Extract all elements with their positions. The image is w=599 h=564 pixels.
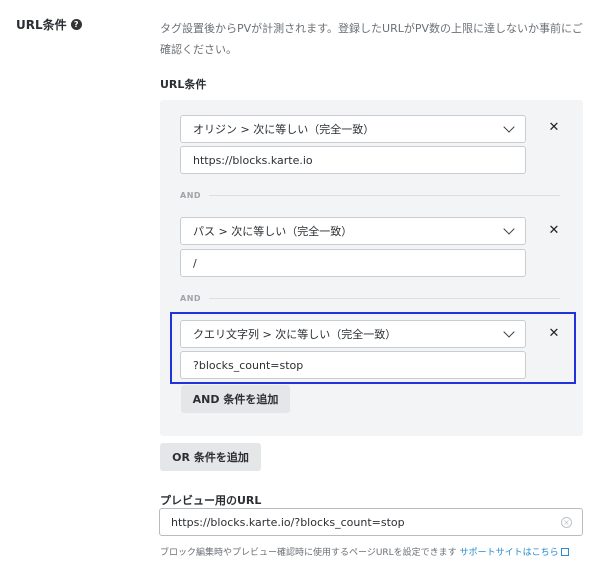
clear-icon[interactable]: ×	[561, 517, 572, 528]
and-label: AND	[180, 293, 202, 303]
and-label: AND	[180, 190, 202, 200]
preview-url-value: https://blocks.karte.io/?blocks_count=st…	[171, 515, 405, 529]
condition-select-1-text: オリジン > 次に等しい（完全一致）	[193, 123, 375, 136]
support-site-link-text: サポートサイトはこちら	[459, 548, 559, 558]
divider	[209, 297, 560, 299]
preview-help-description: ブロック編集時やプレビュー確認時に使用するページURLを設定できます	[160, 548, 457, 558]
condition-select-2-text: パス > 次に等しい（完全一致）	[193, 225, 353, 238]
highlight-box	[170, 312, 576, 384]
help-icon[interactable]: ?	[70, 19, 82, 30]
remove-condition-2-icon[interactable]: ✕	[548, 224, 560, 237]
and-separator-2: AND	[180, 292, 560, 304]
condition-select-1[interactable]: オリジン > 次に等しい（完全一致）	[180, 115, 526, 143]
preview-url-input[interactable]: https://blocks.karte.io/?blocks_count=st…	[159, 508, 583, 536]
add-and-condition-button[interactable]: AND 条件を追加	[181, 385, 290, 413]
chevron-down-icon	[503, 223, 515, 235]
url-conditions-label: URL条件	[160, 78, 207, 91]
support-site-link[interactable]: サポートサイトはこちら	[460, 548, 569, 558]
external-link-icon	[560, 548, 569, 556]
preview-help-text: ブロック編集時やプレビュー確認時に使用するページURLを設定できます サポートサ…	[160, 545, 569, 558]
preview-url-label: プレビュー用のURL	[160, 494, 262, 507]
condition-value-input-1[interactable]: https://blocks.karte.io	[180, 146, 526, 174]
and-separator-1: AND	[180, 189, 560, 201]
url-condition-heading-text: URL条件	[16, 18, 67, 32]
chevron-down-icon	[503, 121, 515, 133]
condition-select-2[interactable]: パス > 次に等しい（完全一致）	[180, 217, 526, 245]
add-or-condition-button[interactable]: OR 条件を追加	[160, 443, 261, 471]
url-condition-heading: URL条件 ?	[16, 16, 82, 33]
condition-value-input-2[interactable]: /	[180, 249, 526, 277]
divider	[209, 194, 560, 196]
remove-condition-1-icon[interactable]: ✕	[548, 121, 560, 134]
description-text: タグ設置後からPVが計測されます。登録したURLがPV数の上限に達しないか事前に…	[160, 22, 583, 56]
